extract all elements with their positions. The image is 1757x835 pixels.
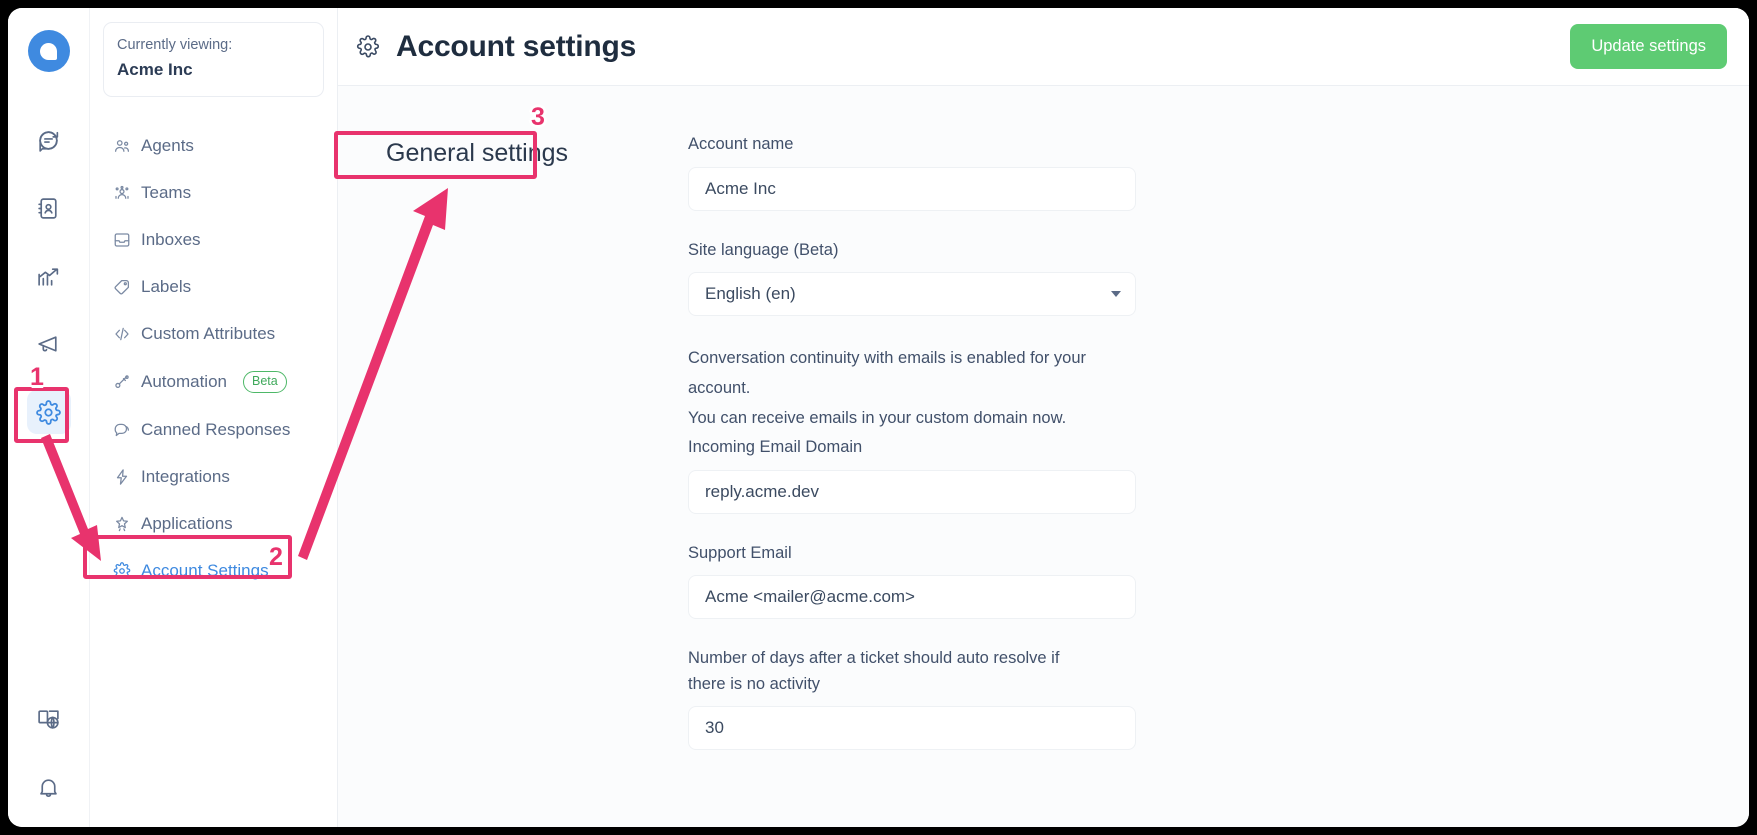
reports-chart-icon[interactable] bbox=[27, 254, 71, 298]
current-account-name: Acme Inc bbox=[117, 60, 193, 80]
sidebar-item-teams[interactable]: Teams bbox=[103, 174, 324, 212]
agents-icon bbox=[112, 136, 131, 155]
page-header: Account settings Update settings bbox=[338, 8, 1749, 86]
labels-tag-icon bbox=[112, 277, 131, 296]
sidebar-item-agents[interactable]: Agents bbox=[103, 127, 324, 165]
applications-star-icon bbox=[112, 514, 131, 533]
sidebar-item-inboxes[interactable]: Inboxes bbox=[103, 221, 324, 259]
current-account-card[interactable]: Currently viewing: Acme Inc bbox=[103, 22, 324, 97]
currently-viewing-label: Currently viewing: bbox=[117, 37, 233, 53]
site-language-value: English (en) bbox=[705, 284, 796, 304]
sidebar-item-label: Agents bbox=[141, 135, 194, 155]
chatwoot-logo bbox=[27, 30, 70, 72]
site-language-select[interactable]: English (en) bbox=[688, 272, 1136, 317]
sidebar-item-automation[interactable]: Automation Beta bbox=[103, 362, 324, 402]
automation-icon bbox=[112, 372, 131, 391]
sidebar-item-label: Automation bbox=[141, 371, 227, 391]
inboxes-icon bbox=[112, 230, 131, 249]
chevron-down-icon bbox=[1111, 291, 1121, 298]
sidebar-item-canned-responses[interactable]: Canned Responses bbox=[103, 411, 324, 449]
canned-responses-icon bbox=[112, 420, 131, 439]
main-panel: Account settings Update settings General… bbox=[338, 8, 1749, 827]
help-docs-icon[interactable] bbox=[27, 697, 71, 741]
sidebar-item-label: Custom Attributes bbox=[141, 323, 276, 343]
general-settings-heading: General settings bbox=[386, 139, 569, 167]
incoming-email-domain-input[interactable]: reply.acme.dev bbox=[688, 469, 1136, 514]
note-line-1: Conversation continuity with emails is e… bbox=[688, 349, 1087, 368]
logo-mark bbox=[40, 42, 57, 60]
teams-icon bbox=[112, 183, 131, 202]
site-language-label: Site language (Beta) bbox=[688, 240, 839, 259]
settings-content: General settings Account name Acme Inc S… bbox=[338, 86, 1749, 827]
settings-form: Account name Acme Inc Site language (Bet… bbox=[688, 118, 1208, 827]
sidebar-item-label: Integrations bbox=[141, 466, 230, 486]
page-title: Account settings bbox=[396, 29, 637, 63]
support-email-label: Support Email bbox=[688, 543, 792, 562]
sidebar-item-custom-attributes[interactable]: Custom Attributes bbox=[103, 315, 324, 353]
sidebar-item-labels[interactable]: Labels bbox=[103, 268, 324, 306]
sidebar-item-label: Teams bbox=[141, 182, 192, 202]
sidebar-item-account-settings[interactable]: Account Settings bbox=[103, 552, 324, 590]
update-settings-button[interactable]: Update settings bbox=[1570, 24, 1727, 69]
support-email-input[interactable]: Acme <mailer@acme.com> bbox=[688, 575, 1136, 620]
section-title-column: General settings bbox=[338, 118, 688, 827]
sidebar-item-integrations[interactable]: Integrations bbox=[103, 458, 324, 496]
sidebar-item-label: Inboxes bbox=[141, 229, 201, 249]
settings-gear-icon[interactable] bbox=[26, 390, 71, 434]
auto-resolve-days-input[interactable]: 30 bbox=[688, 706, 1136, 751]
note-line-2: account. bbox=[688, 379, 751, 398]
settings-nav: Agents Teams Inboxes Labels Custom Attri… bbox=[103, 127, 324, 590]
email-continuity-note: Conversation continuity with emails is e… bbox=[688, 343, 1148, 433]
settings-gear-icon bbox=[356, 34, 380, 59]
code-brackets-icon bbox=[112, 324, 131, 343]
beta-badge: Beta bbox=[243, 370, 287, 393]
notifications-bell-icon[interactable] bbox=[27, 765, 71, 809]
contacts-book-icon[interactable] bbox=[27, 186, 71, 230]
auto-resolve-label-line-2: there is no activity bbox=[688, 674, 821, 693]
account-name-input[interactable]: Acme Inc bbox=[688, 166, 1136, 211]
sidebar-item-label: Labels bbox=[141, 276, 192, 296]
auto-resolve-label: Number of days after a ticket should aut… bbox=[688, 646, 1208, 697]
campaigns-megaphone-icon[interactable] bbox=[27, 322, 71, 366]
conversations-icon[interactable] bbox=[27, 118, 71, 162]
rail-bottom-group bbox=[27, 697, 71, 827]
sidebar-item-label: Canned Responses bbox=[141, 419, 291, 439]
primary-icon-rail bbox=[8, 8, 90, 827]
account-name-label: Account name bbox=[688, 135, 794, 153]
sidebar-item-label: Account Settings bbox=[141, 560, 269, 580]
application-window: Currently viewing: Acme Inc Agents Teams… bbox=[8, 8, 1749, 827]
settings-sidebar: Currently viewing: Acme Inc Agents Teams… bbox=[90, 8, 338, 827]
sidebar-item-label: Applications bbox=[141, 513, 233, 533]
sidebar-item-applications[interactable]: Applications bbox=[103, 505, 324, 543]
incoming-email-domain-label: Incoming Email Domain bbox=[688, 438, 863, 457]
note-line-3: You can receive emails in your custom do… bbox=[688, 409, 1067, 428]
auto-resolve-label-line-1: Number of days after a ticket should aut… bbox=[688, 649, 1060, 668]
integrations-bolt-icon bbox=[112, 467, 131, 486]
account-settings-gear-icon bbox=[112, 561, 131, 580]
